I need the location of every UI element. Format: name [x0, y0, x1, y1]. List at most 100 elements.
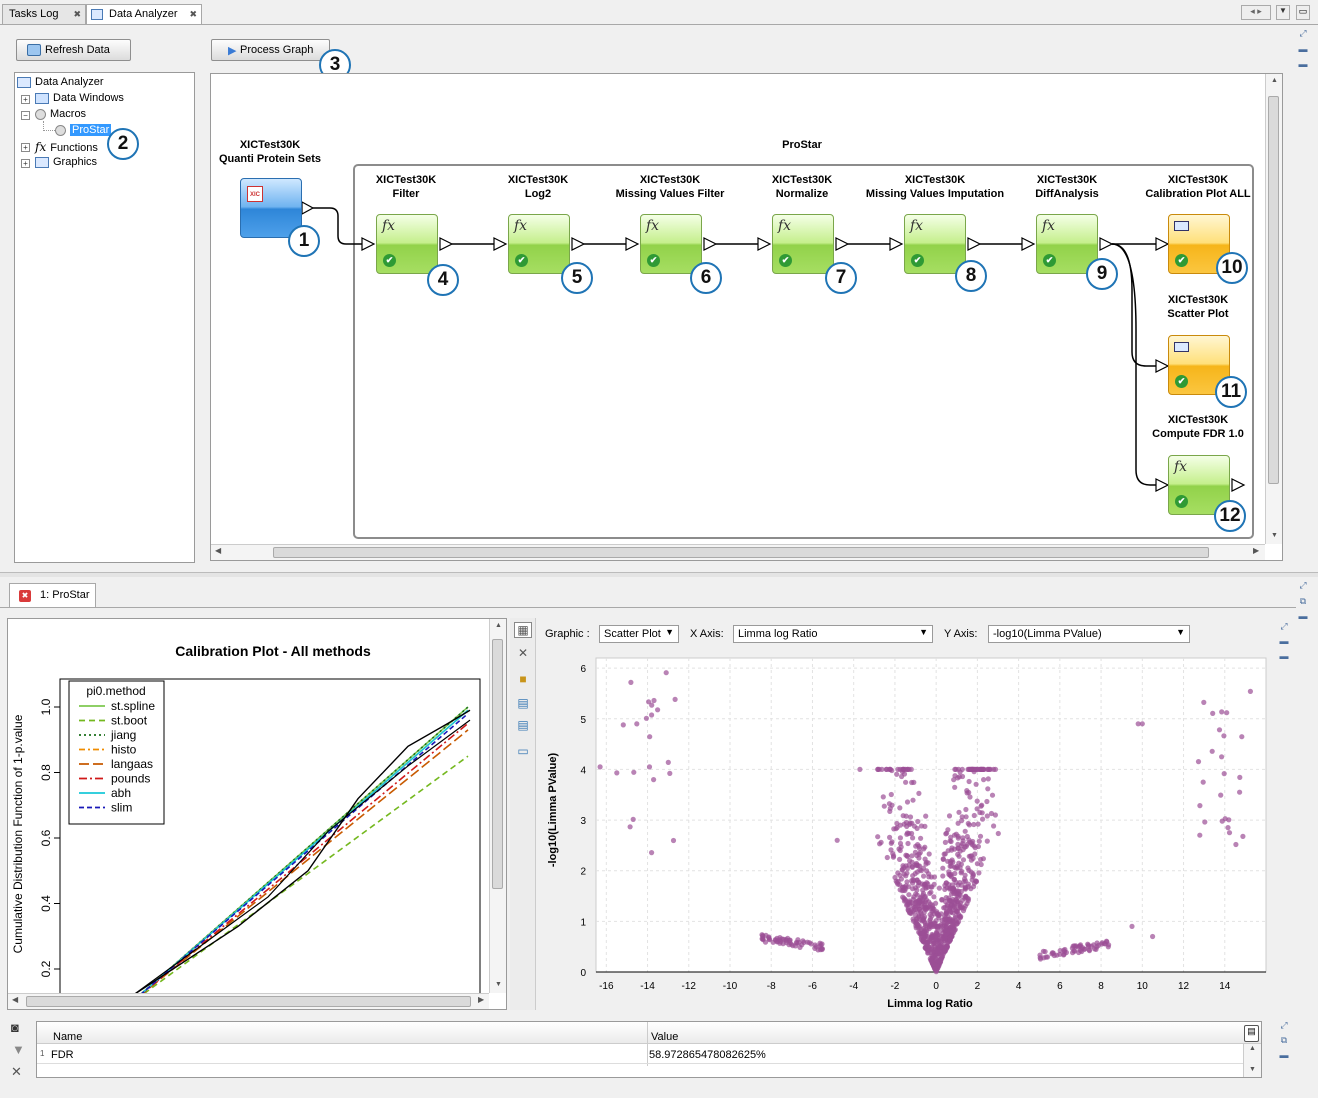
node-label-line: XICTest30K	[239, 139, 301, 151]
callout-8: 8	[955, 260, 987, 292]
x-tick-label: -16	[599, 981, 614, 992]
y-tick-label: 3	[580, 816, 586, 827]
data-point	[934, 944, 940, 950]
expand-icon[interactable]: ⤢	[1297, 28, 1309, 38]
expand-icon[interactable]: ⤢	[1297, 580, 1309, 590]
table-header	[37, 1022, 1261, 1044]
data-point	[957, 892, 963, 899]
comment-icon[interactable]: ▬	[1278, 1050, 1290, 1060]
data-point	[930, 961, 936, 967]
x-tick-label: 8	[1098, 981, 1104, 992]
vertical-scrollbar[interactable]: ▲ ▼	[1243, 1044, 1261, 1077]
data-point	[929, 931, 935, 938]
column-chooser-icon[interactable]: ▤	[1244, 1025, 1259, 1042]
scatter-plot[interactable]: -16 -14 -12 -10 -8 -6 -4 -2 0 2 4 6 8 10 12 140123456Li…	[540, 650, 1280, 1010]
callout-10: 10	[1216, 252, 1248, 284]
data-point	[926, 925, 932, 932]
graph-node-5[interactable]: fx ✔	[508, 214, 570, 274]
expand-icon[interactable]: ⤢	[1278, 1020, 1290, 1030]
data-point	[974, 861, 980, 867]
fx-icon: fx	[778, 218, 792, 234]
node-label-line: Missing Values Filter	[615, 188, 725, 200]
check-icon: ✔	[647, 254, 660, 267]
data-point	[1070, 950, 1076, 956]
graph-node-6[interactable]: fx ✔	[640, 214, 702, 274]
data-point	[910, 908, 916, 914]
data-point	[797, 944, 803, 950]
import-icon[interactable]: ▤	[514, 718, 532, 734]
horizontal-scrollbar[interactable]: ◀ ▶	[8, 993, 489, 1009]
y-tick-label: 0.2	[39, 960, 53, 977]
data-point	[1102, 941, 1108, 947]
data-point	[634, 721, 640, 727]
y-axis-label: Cumulative Distribution Function of 1-p.…	[11, 714, 25, 953]
tab-prostar[interactable]: ✖ 1: ProStar	[9, 583, 96, 607]
data-point	[909, 853, 915, 859]
data-point	[950, 859, 956, 865]
data-point	[920, 915, 927, 921]
binoculars-icon[interactable]: ◙	[11, 1020, 19, 1035]
data-point	[1237, 774, 1243, 780]
graphic-label: Graphic :	[545, 628, 590, 640]
comment-icon[interactable]: ▬	[1297, 611, 1309, 621]
data-point	[651, 777, 657, 783]
tools-icon[interactable]: ✕	[514, 646, 532, 662]
tools-icon[interactable]: ✕	[11, 1064, 22, 1080]
data-point	[950, 885, 956, 891]
node-label-6: XICTest30K Missing Values Filter	[616, 174, 725, 200]
scroll-thumb[interactable]	[26, 996, 471, 1007]
data-point	[960, 908, 967, 914]
column-header-name[interactable]: Name	[53, 1031, 82, 1043]
data-point	[627, 824, 633, 830]
data-point	[947, 917, 953, 923]
graph-node-4[interactable]: fx ✔	[376, 214, 438, 274]
data-point	[958, 900, 964, 906]
splitter[interactable]	[0, 572, 1318, 577]
y-tick-label: 1	[580, 917, 586, 928]
lock-icon[interactable]: ■	[514, 672, 532, 688]
export-icon[interactable]: ▤	[514, 696, 532, 712]
data-point	[972, 878, 978, 884]
check-icon: ✔	[515, 254, 528, 267]
column-header-value[interactable]: Value	[651, 1031, 678, 1043]
data-point	[984, 798, 990, 805]
close-icon[interactable]: ✖	[19, 590, 31, 602]
detach-icon[interactable]: ⧉	[1297, 596, 1309, 606]
data-point	[884, 766, 890, 772]
y-axis-label: -log10(Limma PValue)	[547, 753, 559, 868]
comment-icon[interactable]: ▬	[1297, 59, 1309, 69]
node-label-line: XICTest30K	[1167, 414, 1229, 426]
data-point	[952, 784, 958, 790]
data-point	[913, 891, 919, 897]
data-point	[942, 839, 948, 845]
data-point	[878, 839, 884, 845]
data-point	[945, 827, 951, 833]
image-icon[interactable]: ▭	[514, 744, 532, 760]
x-axis-select[interactable]: Limma log Ratio ▼	[733, 625, 933, 643]
vertical-scrollbar[interactable]: ▲ ▼	[489, 619, 506, 993]
check-icon: ✔	[1175, 254, 1188, 267]
comment-icon[interactable]: ▬	[1278, 636, 1290, 646]
grid-icon[interactable]: ▦	[514, 622, 532, 638]
data-point	[977, 833, 984, 839]
y-axis-select[interactable]: -log10(Limma PValue) ▼	[988, 625, 1190, 643]
data-point	[938, 958, 944, 965]
data-point	[964, 895, 970, 901]
data-point	[818, 945, 825, 952]
table-row[interactable]: 1 FDR 58.972865478082625%	[37, 1046, 1243, 1064]
comment-icon[interactable]: ▬	[1297, 44, 1309, 54]
expand-icon[interactable]: ⤢	[1278, 621, 1290, 631]
graphic-select[interactable]: Scatter Plot ▼	[599, 625, 679, 643]
data-point	[670, 837, 677, 844]
detach-icon[interactable]: ⧉	[1278, 1035, 1290, 1045]
legend-entry: abh	[111, 786, 131, 800]
data-point	[779, 936, 785, 942]
data-point	[923, 861, 929, 867]
data-point	[974, 798, 980, 804]
data-point	[1195, 759, 1202, 765]
filter-icon[interactable]: ▼	[12, 1042, 25, 1057]
data-point	[904, 799, 911, 805]
graph-node-7[interactable]: fx ✔	[772, 214, 834, 274]
scroll-thumb[interactable]	[492, 639, 503, 889]
graph-node-8[interactable]: fx ✔	[904, 214, 966, 274]
